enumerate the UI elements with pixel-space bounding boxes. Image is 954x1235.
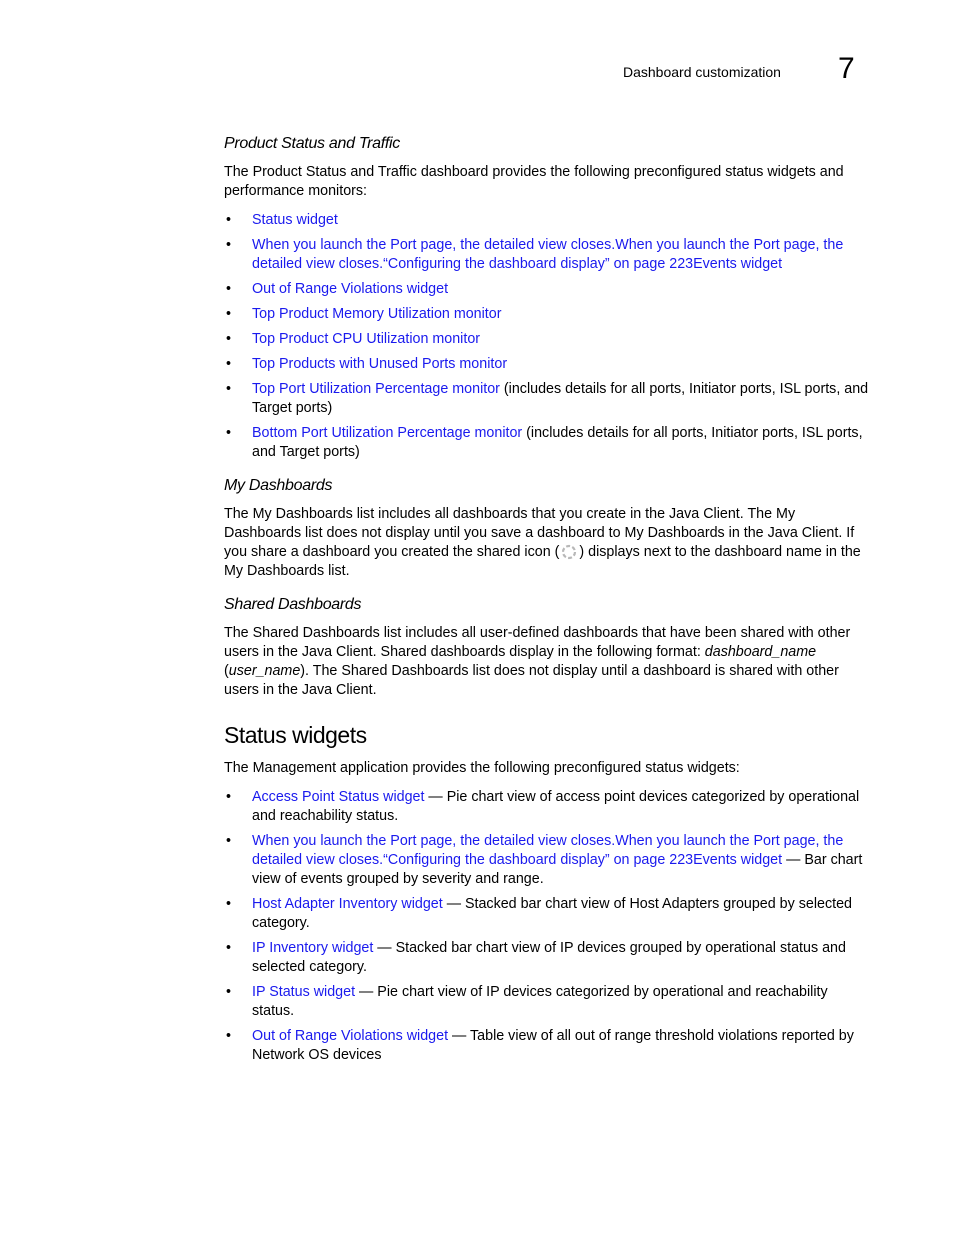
link-events-widget[interactable]: When you launch the Port page, the detai… xyxy=(252,237,843,272)
bullet: • xyxy=(226,306,232,322)
link-out-of-range-violations[interactable]: Out of Range Violations widget xyxy=(252,281,448,297)
bullet: • xyxy=(226,237,232,253)
shared-dashboards-heading: Shared Dashboards xyxy=(224,596,362,613)
product-status-intro: The Product Status and Traffic dashboard… xyxy=(224,164,844,199)
bullet: • xyxy=(226,833,232,849)
user-name-term: user_name xyxy=(228,663,301,679)
page-content: Product Status and Traffic The Product S… xyxy=(224,134,872,1079)
bullet: • xyxy=(226,940,232,956)
bullet: • xyxy=(226,984,232,1000)
link-unused-ports[interactable]: Top Products with Unused Ports monitor xyxy=(252,356,507,372)
chapter-number: 7 xyxy=(838,52,855,85)
list-item: • IP Inventory widget — Stacked bar chart… xyxy=(224,939,872,977)
link-ip-inventory[interactable]: IP Inventory widget xyxy=(252,940,373,956)
list-item: • Top Port Utilization Percentage monitor… xyxy=(224,380,872,418)
product-status-list: • Status widget • When you launch the Port… xyxy=(224,211,872,462)
list-item: • Out of Range Violations widget — Table … xyxy=(224,1027,872,1065)
bullet: • xyxy=(226,425,232,441)
dashboard-name-term: dashboard_name xyxy=(704,644,817,660)
bullet: • xyxy=(226,331,232,347)
list-item: • Top Product Memory Utilization monitor xyxy=(224,305,872,324)
list-item: • Top Products with Unused Ports monitor xyxy=(224,355,872,374)
list-item: • Out of Range Violations widget xyxy=(224,280,872,299)
list-item: • IP Status widget — Pie chart view of IP… xyxy=(224,983,872,1021)
shared-dashboards-text: The Shared Dashboards list includes all … xyxy=(224,624,872,700)
list-item: • Access Point Status widget — Pie chart … xyxy=(224,788,872,826)
list-item: • Host Adapter Inventory widget — Stacked… xyxy=(224,895,872,933)
link-cpu-utilization[interactable]: Top Product CPU Utilization monitor xyxy=(252,331,480,347)
link-host-adapter-inventory[interactable]: Host Adapter Inventory widget xyxy=(252,896,443,912)
link-memory-utilization[interactable]: Top Product Memory Utilization monitor xyxy=(252,306,502,322)
status-widgets-list: • Access Point Status widget — Pie chart … xyxy=(224,788,872,1065)
status-widgets-intro: The Management application provides the … xyxy=(224,760,740,776)
status-widgets-heading: Status widgets xyxy=(224,722,367,748)
product-status-heading: Product Status and Traffic xyxy=(224,135,400,152)
list-item: • Status widget xyxy=(224,211,872,230)
link-access-point-status[interactable]: Access Point Status widget xyxy=(252,789,424,805)
bullet: • xyxy=(226,789,232,805)
list-item: • Bottom Port Utilization Percentage moni… xyxy=(224,424,872,462)
list-item: • When you launch the Port page, the deta… xyxy=(224,832,872,889)
running-header: Dashboard customization xyxy=(623,64,781,80)
list-item: • Top Product CPU Utilization monitor xyxy=(224,330,872,349)
shared-icon xyxy=(560,543,578,561)
bullet: • xyxy=(226,896,232,912)
bullet: • xyxy=(226,1028,232,1044)
link-events-widget[interactable]: When you launch the Port page, the detai… xyxy=(252,833,843,868)
document-page: Dashboard customization 7 Product Status… xyxy=(0,0,954,1235)
shared-text-part: ). The Shared Dashboards list does not d… xyxy=(224,663,839,698)
bullet: • xyxy=(226,381,232,397)
my-dashboards-text: The My Dashboards list includes all dash… xyxy=(224,505,872,581)
my-dashboards-heading: My Dashboards xyxy=(224,477,333,494)
link-top-port-utilization[interactable]: Top Port Utilization Percentage monitor xyxy=(252,381,500,397)
link-ip-status[interactable]: IP Status widget xyxy=(252,984,355,1000)
list-item: • When you launch the Port page, the deta… xyxy=(224,236,872,274)
bullet: • xyxy=(226,212,232,228)
bullet: • xyxy=(226,356,232,372)
link-bottom-port-utilization[interactable]: Bottom Port Utilization Percentage monit… xyxy=(252,425,522,441)
bullet: • xyxy=(226,281,232,297)
link-out-of-range-violations[interactable]: Out of Range Violations widget xyxy=(252,1028,448,1044)
link-status-widget[interactable]: Status widget xyxy=(252,212,338,228)
